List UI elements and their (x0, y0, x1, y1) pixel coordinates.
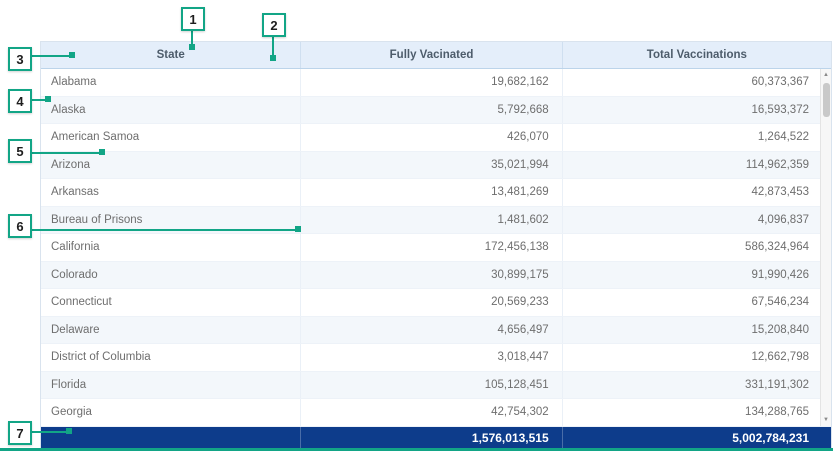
column-header-state[interactable]: State (41, 42, 301, 68)
total-vaccinations-cell: 4,096,837 (563, 207, 831, 234)
fully-vaccinated-cell: 4,656,497 (301, 317, 562, 344)
table-body: Alabama 19,682,162 60,373,367 Alaska 5,7… (41, 69, 831, 427)
vaccination-table: State Fully Vacinated Total Vaccinations… (40, 41, 832, 450)
state-cell: Alaska (41, 97, 301, 124)
table-row[interactable]: Georgia 42,754,302 134,288,765 (41, 399, 831, 427)
total-vaccinations-cell: 331,191,302 (563, 372, 831, 399)
callout-7: 7 (8, 421, 32, 445)
table-row[interactable]: District of Columbia 3,018,447 12,662,79… (41, 344, 831, 372)
callout-7-dot (66, 428, 72, 434)
fully-vaccinated-cell: 1,481,602 (301, 207, 562, 234)
callout-6: 6 (8, 214, 32, 238)
total-vaccinations-cell: 60,373,367 (563, 69, 831, 96)
total-vaccinations-cell: 586,324,964 (563, 234, 831, 261)
state-cell: Georgia (41, 399, 301, 426)
state-cell: Alabama (41, 69, 301, 96)
state-cell: American Samoa (41, 124, 301, 151)
summary-state-cell (41, 427, 301, 449)
callout-2-dot (270, 55, 276, 61)
table-row[interactable]: American Samoa 426,070 1,264,522 (41, 124, 831, 152)
callout-4: 4 (8, 89, 32, 113)
state-cell: Connecticut (41, 289, 301, 316)
state-cell: District of Columbia (41, 344, 301, 371)
table-row[interactable]: Alaska 5,792,668 16,593,372 (41, 97, 831, 125)
callout-2: 2 (262, 13, 286, 37)
summary-fully-vaccinated-cell: 1,576,013,515 (301, 427, 562, 449)
callout-3-label: 3 (16, 52, 23, 67)
state-cell: California (41, 234, 301, 261)
table-header-row: State Fully Vacinated Total Vaccinations (41, 42, 831, 69)
callout-6-label: 6 (16, 219, 23, 234)
callout-5-line (32, 152, 102, 154)
summary-total-vaccinations-cell: 5,002,784,231 (563, 427, 831, 449)
callout-2-label: 2 (270, 18, 277, 33)
fully-vaccinated-cell: 5,792,668 (301, 97, 562, 124)
table-row[interactable]: Delaware 4,656,497 15,208,840 (41, 317, 831, 345)
fully-vaccinated-cell: 426,070 (301, 124, 562, 151)
table-row[interactable]: Connecticut 20,569,233 67,546,234 (41, 289, 831, 317)
fully-vaccinated-cell: 35,021,994 (301, 152, 562, 179)
bottom-annotation-line (0, 448, 833, 451)
scrollbar-thumb[interactable] (823, 83, 830, 117)
total-vaccinations-cell: 114,962,359 (563, 152, 831, 179)
callout-1-dot (189, 44, 195, 50)
fully-vaccinated-cell: 20,569,233 (301, 289, 562, 316)
scroll-down-icon[interactable]: ▼ (821, 414, 831, 426)
callout-3-line (32, 55, 72, 57)
state-cell: Florida (41, 372, 301, 399)
callout-6-dot (295, 226, 301, 232)
table-summary-row: 1,576,013,515 5,002,784,231 (41, 427, 831, 449)
fully-vaccinated-cell: 105,128,451 (301, 372, 562, 399)
table-row[interactable]: Florida 105,128,451 331,191,302 (41, 372, 831, 400)
callout-4-dot (45, 96, 51, 102)
total-vaccinations-cell: 12,662,798 (563, 344, 831, 371)
state-cell: Arizona (41, 152, 301, 179)
total-vaccinations-cell: 15,208,840 (563, 317, 831, 344)
state-cell: Arkansas (41, 179, 301, 206)
fully-vaccinated-cell: 172,456,138 (301, 234, 562, 261)
callout-7-line (32, 431, 70, 433)
column-header-fully-vaccinated[interactable]: Fully Vacinated (301, 42, 562, 68)
fully-vaccinated-cell: 3,018,447 (301, 344, 562, 371)
callout-1-label: 1 (189, 12, 196, 27)
fully-vaccinated-cell: 30,899,175 (301, 262, 562, 289)
column-header-total-vaccinations[interactable]: Total Vaccinations (563, 42, 831, 68)
fully-vaccinated-cell: 13,481,269 (301, 179, 562, 206)
vertical-scrollbar[interactable]: ▲ ▼ (820, 69, 831, 426)
total-vaccinations-cell: 1,264,522 (563, 124, 831, 151)
callout-1: 1 (181, 7, 205, 31)
callout-5: 5 (8, 139, 32, 163)
state-cell: Delaware (41, 317, 301, 344)
callout-4-label: 4 (16, 94, 23, 109)
callout-3: 3 (8, 47, 32, 71)
total-vaccinations-cell: 16,593,372 (563, 97, 831, 124)
total-vaccinations-cell: 67,546,234 (563, 289, 831, 316)
callout-6-line (32, 229, 298, 231)
page: State Fully Vacinated Total Vaccinations… (0, 0, 833, 453)
state-cell: Colorado (41, 262, 301, 289)
fully-vaccinated-cell: 42,754,302 (301, 399, 562, 426)
table-row[interactable]: Colorado 30,899,175 91,990,426 (41, 262, 831, 290)
table-row[interactable]: Alabama 19,682,162 60,373,367 (41, 69, 831, 97)
total-vaccinations-cell: 42,873,453 (563, 179, 831, 206)
callout-5-dot (99, 149, 105, 155)
callout-3-dot (69, 52, 75, 58)
table-row[interactable]: California 172,456,138 586,324,964 (41, 234, 831, 262)
fully-vaccinated-cell: 19,682,162 (301, 69, 562, 96)
scroll-up-icon[interactable]: ▲ (821, 69, 831, 81)
table-row[interactable]: Arizona 35,021,994 114,962,359 (41, 152, 831, 180)
callout-5-label: 5 (16, 144, 23, 159)
table-row[interactable]: Arkansas 13,481,269 42,873,453 (41, 179, 831, 207)
total-vaccinations-cell: 91,990,426 (563, 262, 831, 289)
total-vaccinations-cell: 134,288,765 (563, 399, 831, 426)
callout-7-label: 7 (16, 426, 23, 441)
